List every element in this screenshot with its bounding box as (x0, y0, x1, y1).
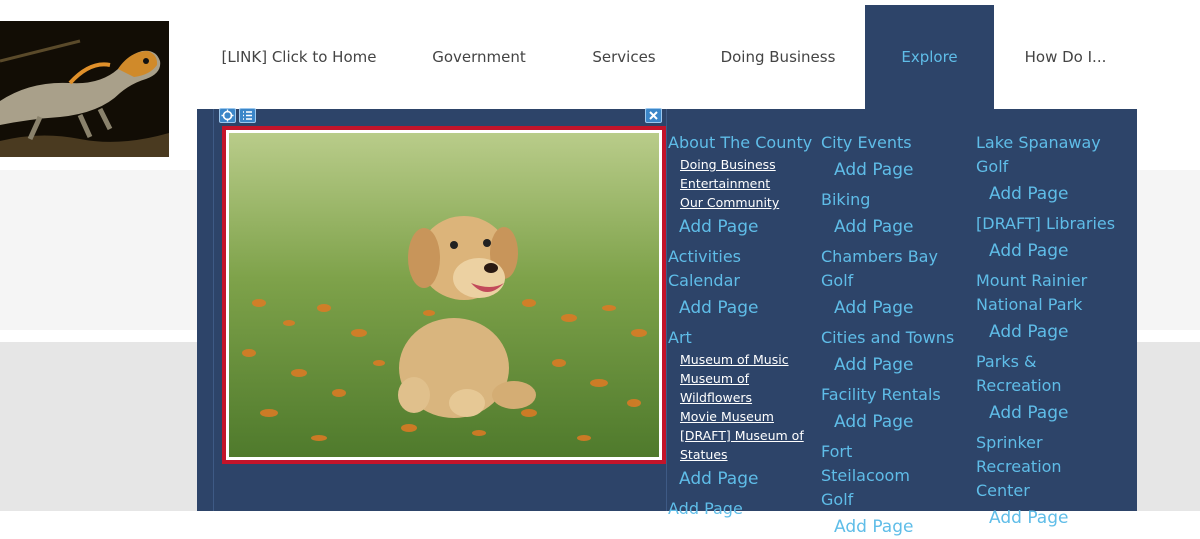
menu-link-biking[interactable]: Biking (821, 188, 969, 212)
nav-item-how-do-i[interactable]: How Do I... (994, 5, 1137, 109)
explore-mega-menu: About The County Doing Business Entertai… (197, 108, 1137, 537)
add-page-button[interactable]: Add Page (976, 401, 1126, 425)
menu-link-activities-calendar[interactable]: Activities Calendar (668, 245, 813, 293)
add-page-button[interactable]: Add Page (821, 296, 969, 320)
selected-image-frame[interactable] (222, 126, 666, 464)
menu-link-chambers-bay-golf[interactable]: Chambers Bay Golf (821, 245, 969, 293)
lizard-image (0, 21, 169, 157)
add-page-button[interactable]: Add Page (668, 296, 813, 320)
add-page-button[interactable]: Add Page (976, 182, 1126, 206)
menu-sublink-movie-museum[interactable]: Movie Museum (668, 407, 813, 426)
add-page-button[interactable]: Add Page (668, 215, 813, 239)
menu-link-lake-spanaway-golf[interactable]: Lake Spanaway Golf (976, 131, 1106, 179)
add-page-button[interactable]: Add Page (821, 410, 969, 434)
menu-sublink-entertainment[interactable]: Entertainment (668, 174, 813, 193)
menu-sublink-museum-of-music[interactable]: Museum of Music (668, 350, 813, 369)
menu-link-fort-steilacoom-golf[interactable]: Fort Steilacoom Golf (821, 440, 946, 512)
add-page-button[interactable]: Add Page (821, 515, 969, 539)
menu-sublink-our-community[interactable]: Our Community (668, 193, 813, 212)
main-nav: [LINK] Click to Home Government Services… (197, 5, 1137, 109)
add-page-button[interactable]: Add Page (821, 215, 969, 239)
menu-link-mount-rainier-national-park[interactable]: Mount Rainier National Park (976, 269, 1106, 317)
explore-column-2: City Events Add Page Biking Add Page Cha… (821, 131, 969, 539)
nav-item-doing-business[interactable]: Doing Business (691, 5, 865, 109)
menu-link-city-events[interactable]: City Events (821, 131, 969, 155)
nav-item-home[interactable]: [LINK] Click to Home (197, 5, 401, 109)
nav-item-services[interactable]: Services (557, 5, 691, 109)
nav-item-government[interactable]: Government (401, 5, 557, 109)
add-page-button[interactable]: Add Page (821, 158, 969, 182)
add-page-button[interactable]: Add Page (668, 497, 813, 521)
puppy-photo (229, 133, 659, 457)
add-page-button[interactable]: Add Page (976, 506, 1126, 530)
move-icon[interactable] (219, 108, 236, 123)
menu-link-sprinker-recreation-center[interactable]: Sprinker Recreation Center (976, 431, 1116, 503)
menu-link-about-the-county[interactable]: About The County (668, 131, 813, 155)
menu-sublink-doing-business[interactable]: Doing Business (668, 155, 813, 174)
add-page-button[interactable]: Add Page (821, 353, 969, 377)
menu-sublink-museum-of-wildflowers[interactable]: Museum of Wildflowers (668, 369, 790, 407)
menu-link-parks-and-recreation[interactable]: Parks & Recreation (976, 350, 1126, 398)
add-page-button[interactable]: Add Page (668, 467, 813, 491)
menu-sublink-draft-museum-of-statues[interactable]: [DRAFT] Museum of Statues (668, 426, 810, 464)
menu-link-cities-and-towns[interactable]: Cities and Towns (821, 326, 969, 350)
menu-link-facility-rentals[interactable]: Facility Rentals (821, 383, 969, 407)
explore-column-1: About The County Doing Business Entertai… (668, 131, 813, 521)
explore-column-3: Lake Spanaway Golf Add Page [DRAFT] Libr… (976, 131, 1126, 530)
site-logo-image[interactable] (0, 21, 169, 157)
add-page-button[interactable]: Add Page (976, 239, 1126, 263)
close-icon[interactable] (645, 108, 662, 123)
list-icon[interactable] (239, 108, 256, 123)
menu-link-art[interactable]: Art (668, 326, 813, 350)
add-page-button[interactable]: Add Page (976, 320, 1126, 344)
menu-link-draft-libraries[interactable]: [DRAFT] Libraries (976, 212, 1126, 236)
nav-item-explore[interactable]: Explore (865, 5, 994, 109)
